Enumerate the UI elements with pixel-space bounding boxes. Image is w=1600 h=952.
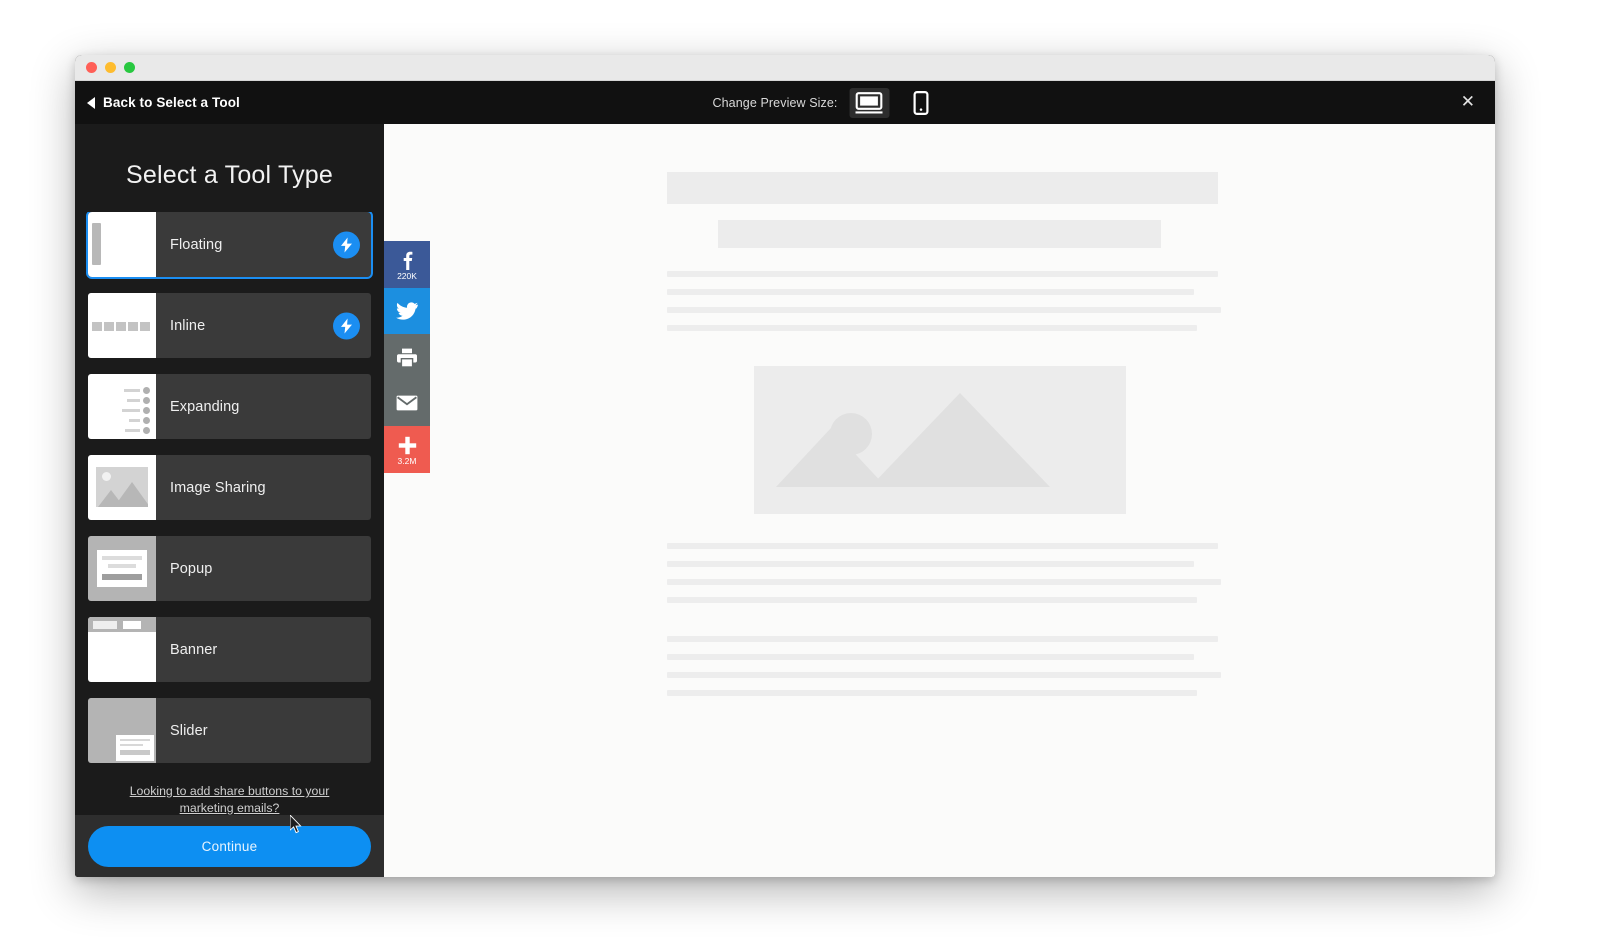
window-close-dot[interactable] [86,62,97,73]
share-button-twitter[interactable] [384,288,430,334]
inline-thumbnail [88,293,156,358]
skeleton-text-line [667,271,1218,277]
marketing-emails-link[interactable]: Looking to add share buttons to your mar… [88,779,371,815]
banner-bar-shape [88,617,156,632]
twitter-bird-icon [396,301,418,320]
slider-thumbnail [88,698,156,763]
window-body: Select a Tool Type Floating Inline Expan… [75,124,1495,877]
top-toolbar: Back to Select a Tool Change Preview Siz… [75,81,1495,124]
floating-bar-shape [92,223,101,265]
slider-card-shape [116,735,154,761]
skeleton-text-line [667,325,1197,331]
back-button-label: Back to Select a Tool [103,95,240,110]
skeleton-subtitle-block [718,220,1161,248]
lightning-bolt-icon [333,231,360,258]
tool-item-image-sharing[interactable]: Image Sharing [88,455,371,520]
page-title: Select a Tool Type [126,161,333,189]
skeleton-title-block [667,172,1218,204]
preview-pane: 220K 3.2M [384,124,1495,877]
window-minimize-dot[interactable] [105,62,116,73]
plus-icon [398,436,416,454]
tool-item-popup[interactable]: Popup [88,536,371,601]
share-button-addthis[interactable]: 3.2M [384,426,430,473]
sidebar-footer: Continue [75,815,384,877]
skeleton-text-line [667,307,1221,313]
skeleton-text-line [667,579,1221,585]
app-root: Back to Select a Tool Change Preview Siz… [0,0,1600,952]
back-to-select-a-tool-button[interactable]: Back to Select a Tool [87,95,240,110]
skeleton-text-line [667,543,1218,549]
tool-item-slider[interactable]: Slider [88,698,371,763]
facebook-icon [403,251,412,271]
banner-thumbnail [88,617,156,682]
floating-share-widget: 220K 3.2M [384,241,430,473]
skeleton-text-line [667,636,1218,642]
share-button-print[interactable] [384,334,430,380]
printer-icon [397,348,417,366]
skeleton-image-placeholder [754,366,1126,514]
image-sharing-thumbnail [88,455,156,520]
back-arrow-icon [87,96,95,109]
preview-size-control: Change Preview Size: [712,87,942,118]
tool-item-inline[interactable]: Inline [88,293,371,358]
tool-item-expanding[interactable]: Expanding [88,374,371,439]
skeleton-text-line [667,289,1194,295]
close-icon[interactable]: ✕ [1461,94,1475,111]
tool-label-popup: Popup [170,560,213,577]
tool-label-banner: Banner [170,641,218,658]
tool-item-floating[interactable]: Floating [86,212,373,279]
tool-selection-sidebar: Select a Tool Type Floating Inline Expan… [75,124,384,877]
tool-item-banner[interactable]: Banner [88,617,371,682]
change-preview-size-label: Change Preview Size: [712,95,838,110]
facebook-share-count: 220K [397,271,417,282]
preview-size-desktop-button[interactable] [849,87,890,118]
envelope-icon [396,395,418,411]
inline-buttons-shape [92,322,150,331]
tool-type-list: Floating Inline Expanding Image Sharing … [75,212,384,815]
skeleton-text-line [667,561,1194,567]
tool-label-expanding: Expanding [170,398,240,415]
skeleton-text-line [667,597,1197,603]
popup-card-shape [97,550,147,587]
app-window: Back to Select a Tool Change Preview Siz… [75,55,1495,877]
floating-thumbnail [88,212,156,277]
share-button-email[interactable] [384,380,430,426]
tool-label-slider: Slider [170,722,208,739]
continue-button[interactable]: Continue [88,825,371,867]
mobile-phone-icon [913,90,929,115]
desktop-monitor-icon [855,91,883,113]
expanding-thumbnail [88,374,156,439]
skeleton-text-line [667,690,1197,696]
window-maximize-dot[interactable] [124,62,135,73]
skeleton-text-line [667,672,1221,678]
tool-label-image-sharing: Image Sharing [170,479,266,496]
image-placeholder-icon [96,467,148,507]
expanding-list-shape [122,387,150,434]
share-button-facebook[interactable]: 220K [384,241,430,288]
preview-size-mobile-button[interactable] [901,88,941,118]
mountain-large-shape [870,393,1050,487]
skeleton-text-line [667,654,1194,660]
addthis-share-count: 3.2M [397,455,417,466]
lightning-bolt-icon [333,312,360,339]
window-titlebar [75,55,1495,81]
popup-thumbnail [88,536,156,601]
